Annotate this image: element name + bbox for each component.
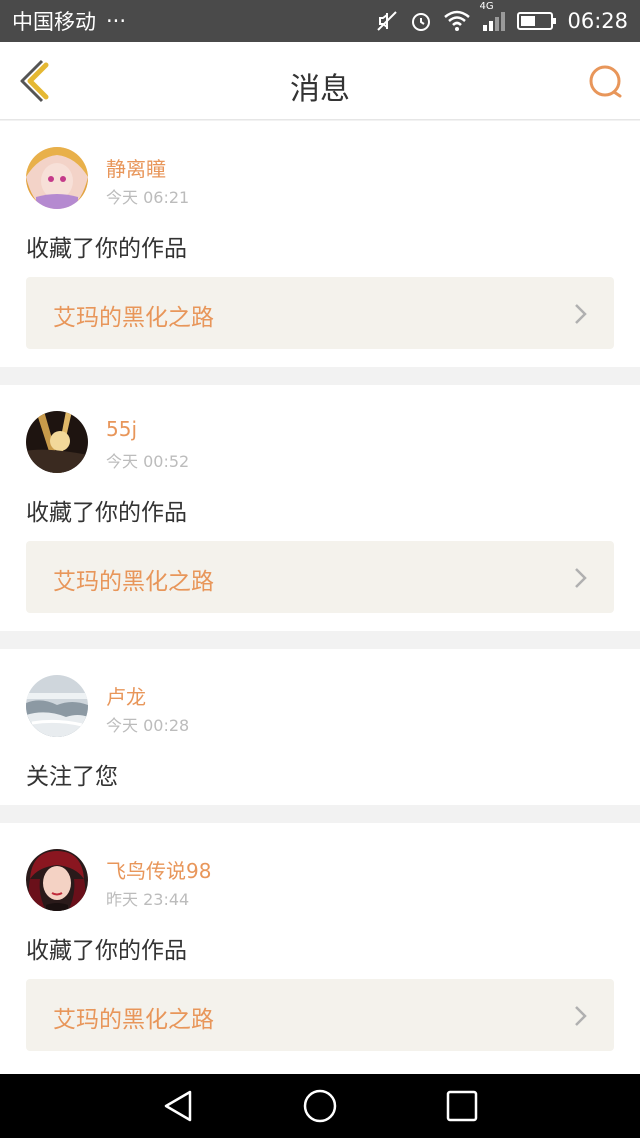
message-card: 55j 今天 00:52 收藏了你的作品 艾玛的黑化之路	[0, 385, 640, 631]
user-name[interactable]: 卢龙	[106, 681, 146, 710]
chevron-right-icon	[574, 567, 588, 589]
message-list: 静离瞳 今天 06:21 收藏了你的作品 艾玛的黑化之路 55j 今天 00:5…	[0, 121, 640, 1076]
message-action: 收藏了你的作品	[26, 236, 187, 262]
message-action: 收藏了你的作品	[26, 938, 187, 964]
work-title: 艾玛的黑化之路	[53, 1007, 214, 1033]
home-circle-icon[interactable]	[302, 1088, 338, 1124]
chevron-right-icon	[574, 1005, 588, 1027]
search-icon[interactable]	[586, 62, 626, 102]
header: 消息	[0, 42, 640, 120]
message-time: 今天 06:21	[106, 188, 190, 207]
page-title: 消息	[290, 72, 350, 107]
clock: 06:28	[567, 9, 628, 33]
status-bar-right: 4G 06:28	[375, 1, 628, 33]
message-card: 飞鸟传说98 昨天 23:44 收藏了你的作品 艾玛的黑化之路	[0, 823, 640, 1076]
back-triangle-icon[interactable]	[160, 1088, 196, 1124]
avatar[interactable]	[26, 849, 88, 911]
message-time: 今天 00:28	[106, 716, 190, 735]
work-link[interactable]: 艾玛的黑化之路	[26, 277, 614, 349]
user-name[interactable]: 55j	[106, 417, 137, 441]
message-card: 静离瞳 今天 06:21 收藏了你的作品 艾玛的黑化之路	[0, 121, 640, 367]
signal-icon: 4G	[479, 1, 507, 33]
alarm-icon	[409, 9, 433, 33]
work-title: 艾玛的黑化之路	[53, 569, 214, 595]
message-action: 收藏了你的作品	[26, 500, 187, 526]
message-time: 昨天 23:44	[106, 890, 190, 909]
mute-icon	[375, 9, 399, 33]
battery-icon	[517, 10, 557, 32]
wifi-icon	[443, 9, 471, 33]
work-link[interactable]: 艾玛的黑化之路	[26, 541, 614, 613]
message-card: 卢龙 今天 00:28 关注了您	[0, 649, 640, 805]
status-bar-left: 中国移动 ···	[12, 6, 126, 36]
notification-more: ···	[106, 9, 127, 33]
message-time: 今天 00:52	[106, 452, 190, 471]
message-action: 关注了您	[26, 764, 118, 790]
system-nav-bar	[0, 1074, 640, 1138]
avatar[interactable]	[26, 147, 88, 209]
status-bar: 中国移动 ··· 4G 06:28	[0, 0, 640, 42]
work-link[interactable]: 艾玛的黑化之路	[26, 979, 614, 1051]
user-name[interactable]: 静离瞳	[106, 153, 166, 182]
recents-square-icon[interactable]	[444, 1088, 480, 1124]
work-title: 艾玛的黑化之路	[53, 305, 214, 331]
user-name[interactable]: 飞鸟传说98	[106, 855, 211, 884]
chevron-right-icon	[574, 303, 588, 325]
carrier-name: 中国移动	[12, 10, 96, 34]
avatar[interactable]	[26, 411, 88, 473]
avatar[interactable]	[26, 675, 88, 737]
network-type-label: 4G	[479, 1, 494, 12]
